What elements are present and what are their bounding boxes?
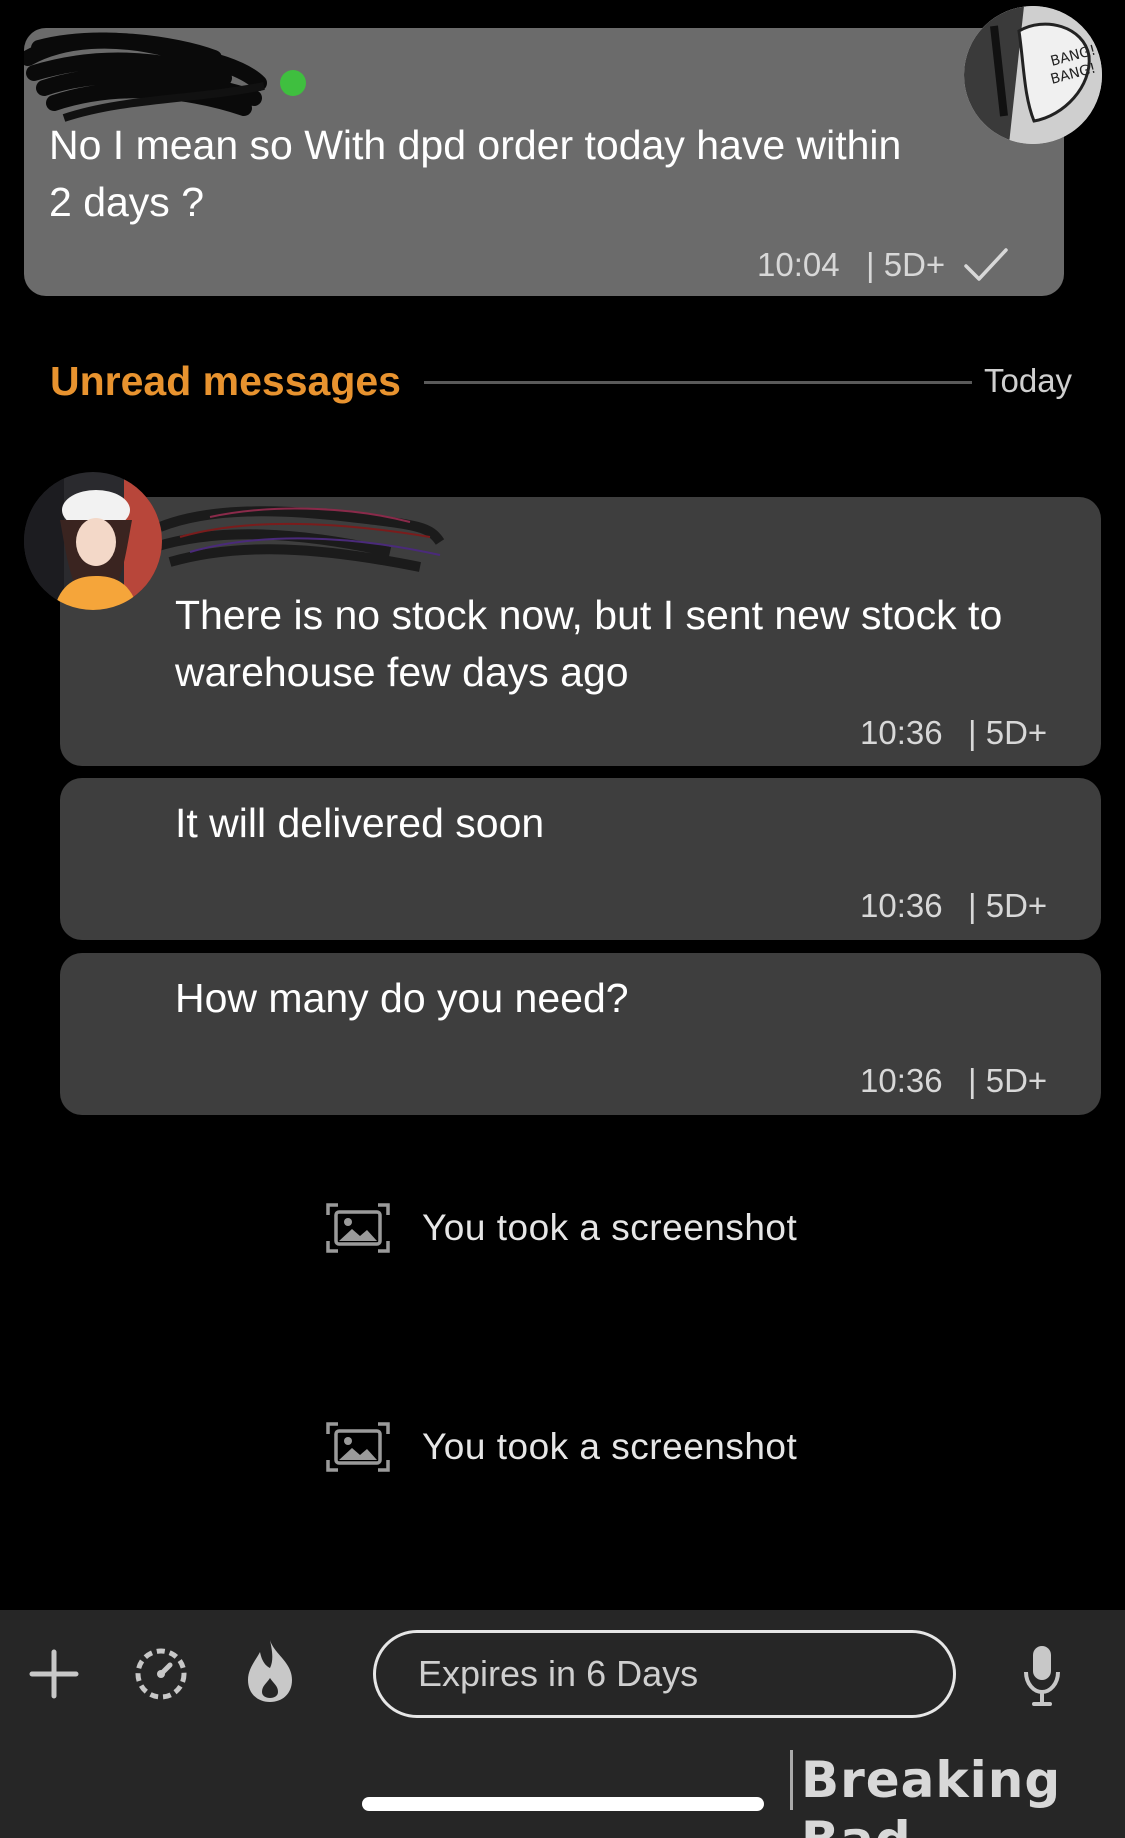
screenshot-icon bbox=[326, 1422, 390, 1472]
screenshot-notice: You took a screenshot bbox=[326, 1198, 797, 1258]
contact-avatar[interactable] bbox=[24, 472, 162, 610]
message-time: 10:36 bbox=[860, 714, 943, 751]
microphone-icon[interactable] bbox=[1022, 1644, 1062, 1708]
screenshot-notice: You took a screenshot bbox=[326, 1417, 797, 1477]
message-input[interactable] bbox=[418, 1633, 918, 1715]
message-expiry: | 5D+ bbox=[866, 246, 946, 283]
message-expiry: | 5D+ bbox=[968, 714, 1048, 751]
message-expiry: | 5D+ bbox=[968, 1062, 1048, 1099]
online-status-dot bbox=[280, 70, 306, 96]
message-text: There is no stock now, but I sent new st… bbox=[175, 592, 1003, 695]
unread-messages-label: Unread messages bbox=[50, 358, 401, 404]
redacted-sender-name bbox=[153, 506, 445, 572]
outgoing-message-bubble[interactable]: No I mean so With dpd order today have w… bbox=[24, 28, 1064, 296]
message-text: How many do you need? bbox=[175, 975, 629, 1021]
plus-icon[interactable] bbox=[28, 1648, 80, 1700]
incoming-message-bubble[interactable]: There is no stock now, but I sent new st… bbox=[60, 497, 1101, 766]
screenshot-notice-text: You took a screenshot bbox=[422, 1207, 798, 1248]
message-input-container[interactable] bbox=[373, 1630, 956, 1718]
unread-divider-line bbox=[424, 381, 972, 384]
date-label: Today bbox=[984, 362, 1073, 399]
watermark: Breaking Bad bbox=[790, 1750, 1125, 1838]
home-indicator[interactable] bbox=[362, 1797, 764, 1811]
message-expiry: | 5D+ bbox=[968, 887, 1048, 924]
message-time: 10:36 bbox=[860, 1062, 943, 1099]
incoming-message-bubble[interactable]: It will delivered soon 10:36 | 5D+ bbox=[60, 778, 1101, 940]
timer-icon[interactable] bbox=[132, 1644, 190, 1702]
incoming-message-bubble[interactable]: How many do you need? 10:36 | 5D+ bbox=[60, 953, 1101, 1115]
screenshot-icon bbox=[326, 1203, 390, 1253]
redacted-sender-name bbox=[24, 32, 267, 122]
screenshot-notice-text: You took a screenshot bbox=[422, 1426, 798, 1467]
my-avatar[interactable]: BANG! BANG! bbox=[964, 6, 1102, 144]
read-check-icon bbox=[964, 248, 1008, 281]
flame-icon[interactable] bbox=[244, 1638, 296, 1704]
message-text: It will delivered soon bbox=[175, 800, 545, 846]
message-text: No I mean so With dpd order today have w… bbox=[49, 122, 902, 225]
message-time: 10:36 bbox=[860, 887, 943, 924]
message-time: 10:04 bbox=[757, 246, 840, 283]
